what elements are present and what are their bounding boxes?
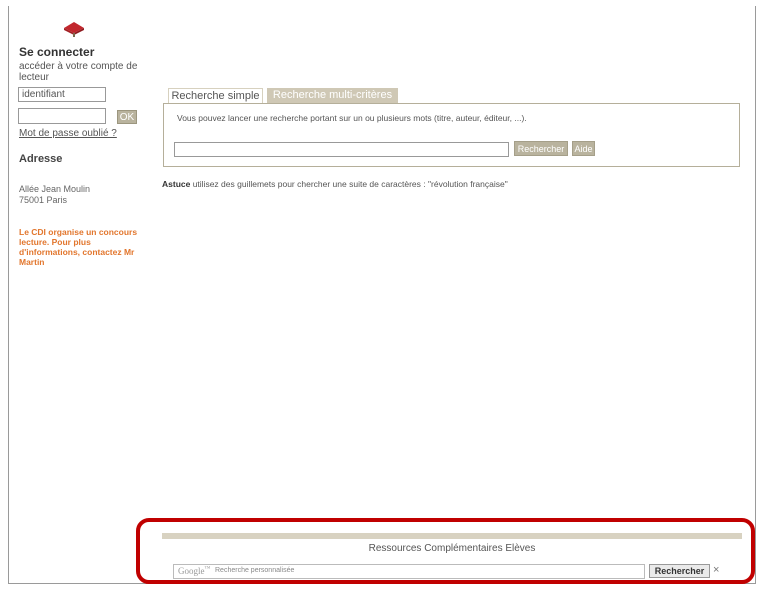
search-tip: Astuce utilisez des guillemets pour cher… — [162, 179, 508, 189]
password-field[interactable] — [18, 108, 106, 124]
login-ok-button[interactable]: OK — [117, 110, 137, 124]
announcement-text: Le CDI organise un concours lecture. Pou… — [19, 227, 138, 267]
identifiant-field[interactable] — [18, 87, 106, 102]
search-button[interactable]: Rechercher — [514, 141, 568, 156]
google-tm: ™ — [204, 566, 211, 572]
footer-title: Ressources Complémentaires Elèves — [368, 543, 536, 554]
close-icon[interactable]: × — [713, 564, 719, 576]
address-line: 75001 Paris — [19, 195, 68, 205]
tip-text: utilisez des guillemets pour chercher un… — [190, 179, 508, 189]
tab-recherche-simple[interactable]: Recherche simple — [168, 88, 263, 104]
tip-label: Astuce — [162, 179, 191, 189]
address-line: Allée Jean Moulin — [19, 184, 91, 194]
google-search-placeholder: Recherche personnalisée — [215, 567, 295, 574]
tab-recherche-multi-criteres[interactable]: Recherche multi-critères — [267, 88, 398, 103]
red-book-logo-icon — [62, 19, 86, 37]
address-heading: Adresse — [19, 153, 63, 165]
search-input[interactable] — [174, 142, 509, 157]
login-title: Se connecter — [19, 45, 95, 59]
google-search-input[interactable]: Google™ Recherche personnalisée — [173, 564, 645, 579]
help-button[interactable]: Aide — [572, 141, 595, 156]
login-subtitle: accéder à votre compte de lecteur — [19, 61, 138, 83]
footer-divider-bar — [162, 533, 742, 539]
address-block: Allée Jean Moulin 75001 Paris — [19, 184, 90, 206]
search-description: Vous pouvez lancer une recherche portant… — [177, 113, 527, 123]
google-logo-text: Google — [178, 566, 205, 576]
google-search-button[interactable]: Rechercher — [649, 564, 710, 578]
forgot-password-link[interactable]: Mot de passe oublié ? — [19, 128, 117, 139]
google-logo: Google™ — [178, 566, 210, 576]
